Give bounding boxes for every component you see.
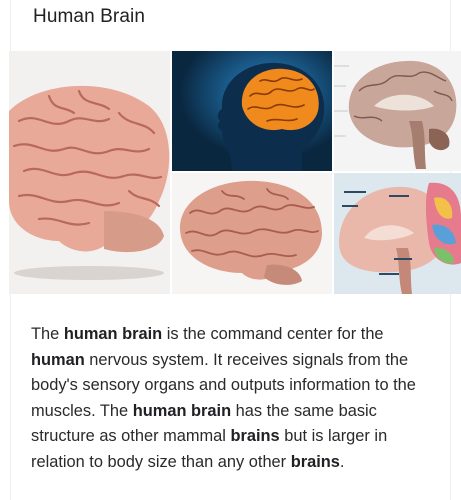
- desc-part-2: is the command center for the: [162, 325, 384, 343]
- desc-part-10: .: [339, 452, 345, 471]
- desc-part-3: human: [31, 350, 85, 369]
- desc-part-0: The: [31, 325, 64, 343]
- brain-3d-model-image[interactable]: [172, 173, 332, 294]
- image-gallery: [9, 51, 461, 294]
- desc-part-5: human brain: [132, 401, 232, 420]
- brain-side-view-image[interactable]: [9, 51, 170, 294]
- glowing-brain-head-silhouette-image[interactable]: [172, 51, 332, 171]
- card-title: Human Brain: [33, 6, 145, 27]
- brain-sagittal-section-image[interactable]: [334, 51, 461, 171]
- desc-part-1: human brain: [63, 325, 163, 343]
- description-text: The human brain is the command center fo…: [31, 322, 436, 476]
- desc-part-9: brains: [290, 452, 340, 471]
- desc-part-7: brains: [230, 427, 280, 446]
- brain-anatomy-diagram-image[interactable]: [334, 173, 461, 294]
